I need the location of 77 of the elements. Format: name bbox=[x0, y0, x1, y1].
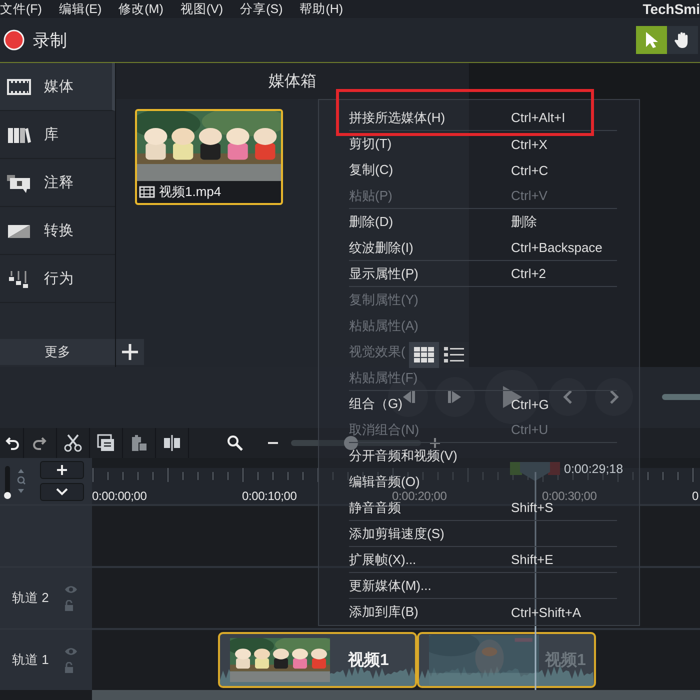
film-icon bbox=[139, 186, 155, 198]
grid-view-icon bbox=[414, 347, 434, 363]
menu-item[interactable]: 更新媒体(M)... bbox=[349, 577, 432, 594]
menu-item[interactable]: 显示属性(P) Ctrl+2 bbox=[349, 265, 546, 282]
menu-item[interactable]: 删除(D) 删除 bbox=[349, 214, 537, 230]
add-button[interactable] bbox=[116, 338, 144, 365]
time-label: 0:00:30;00 bbox=[542, 489, 597, 503]
time-label: 0 bbox=[692, 489, 698, 503]
scissors-icon bbox=[64, 434, 82, 452]
split-icon bbox=[163, 435, 181, 451]
menu-item[interactable]: 分开音频和视频(V) bbox=[349, 448, 458, 464]
list-view-icon bbox=[444, 347, 464, 363]
menu-item[interactable]: 添加剪辑速度(S) bbox=[349, 525, 444, 542]
time-label: 0:00:00;00 bbox=[92, 489, 147, 503]
zoom-in-button[interactable] bbox=[429, 437, 441, 449]
search-button[interactable] bbox=[227, 435, 243, 451]
panel-title: 媒体箱 bbox=[268, 72, 316, 92]
more-button[interactable]: 更多 bbox=[0, 338, 115, 365]
clip-label: 视频1 bbox=[348, 650, 389, 670]
record-icon bbox=[3, 29, 25, 51]
sidebar-item[interactable]: 注释 bbox=[0, 159, 115, 207]
add-track-button[interactable] bbox=[40, 461, 84, 479]
plus-icon bbox=[121, 342, 139, 361]
hand-tool-button[interactable] bbox=[667, 26, 698, 54]
menu-item[interactable]: 分享(S) bbox=[240, 0, 283, 18]
time-label: 0:00:20;00 bbox=[392, 489, 447, 503]
chevron-right-icon bbox=[608, 389, 620, 406]
chevron-down-icon bbox=[56, 488, 68, 496]
menu-item[interactable]: 编辑(E) bbox=[58, 0, 102, 18]
menu-item[interactable]: 帮助(H) bbox=[300, 0, 344, 18]
menu-item[interactable]: 文件(F) bbox=[0, 0, 42, 18]
slider-thumb[interactable] bbox=[344, 436, 358, 450]
volume-slider[interactable] bbox=[5, 466, 10, 496]
sidebar-item[interactable]: 库 bbox=[0, 111, 115, 159]
next-marker-button[interactable] bbox=[595, 378, 633, 416]
chevron-left-icon bbox=[562, 389, 574, 406]
menu-item[interactable]: 复制(C) Ctrl+C bbox=[349, 162, 548, 178]
sidebar-item[interactable]: 转换 bbox=[0, 207, 115, 255]
next-frame-button[interactable] bbox=[435, 377, 475, 418]
media-file-name: 视频1.mp4 bbox=[159, 183, 222, 201]
sidebar-item[interactable]: 行为 bbox=[0, 255, 115, 303]
menu-item[interactable]: 纹波删除(I) Ctrl+Backspace bbox=[349, 239, 602, 256]
brand-name: TechSmi bbox=[642, 1, 700, 17]
menu-item[interactable]: 修改(M) bbox=[118, 0, 164, 18]
scrub-slider[interactable] bbox=[662, 394, 700, 400]
time-label: 0:00:10;00 bbox=[242, 489, 297, 503]
playhead-time: 0:00:29;18 bbox=[564, 462, 624, 476]
track-name: 轨道 1 bbox=[12, 651, 50, 669]
menu-item[interactable]: 编辑音频(O) bbox=[349, 474, 420, 490]
slider-thumb[interactable] bbox=[4, 492, 11, 499]
horizontal-scrollbar[interactable] bbox=[92, 690, 700, 700]
previous-marker-button[interactable] bbox=[549, 378, 587, 416]
clipboard-icon bbox=[130, 434, 148, 452]
zoom-arrows-icon bbox=[16, 468, 26, 494]
menu-item[interactable]: 添加到库(B) Ctrl+Shift+A bbox=[349, 604, 582, 620]
film-icon bbox=[6, 76, 32, 96]
media-thumbnail[interactable]: 视频1.mp4 bbox=[135, 109, 283, 205]
speech-bubble-icon bbox=[6, 172, 32, 192]
menu-item[interactable]: 扩展帧(X)... Shift+E bbox=[349, 551, 554, 568]
pointer-icon bbox=[644, 31, 660, 49]
menu-item[interactable]: 剪切(T) Ctrl+X bbox=[349, 136, 548, 152]
redo-icon bbox=[33, 436, 47, 450]
sidebar-item[interactable]: 媒体 bbox=[0, 63, 115, 111]
undo-icon bbox=[4, 436, 18, 450]
record-button[interactable]: 录制 bbox=[3, 28, 67, 52]
video-clip[interactable]: 视频1 bbox=[218, 632, 417, 688]
collapse-button[interactable] bbox=[40, 483, 84, 501]
plus-icon bbox=[429, 437, 441, 449]
copy-icon bbox=[97, 434, 115, 452]
menu-item[interactable]: 拼接所选媒体(H) Ctrl+Alt+I bbox=[349, 109, 566, 126]
menu-item[interactable]: 组合（G) Ctrl+G bbox=[349, 396, 549, 412]
menu-item[interactable]: 视图(V) bbox=[180, 0, 224, 18]
track-name: 轨道 2 bbox=[12, 589, 50, 607]
plus-icon bbox=[56, 464, 68, 476]
search-icon bbox=[227, 435, 243, 451]
step-forward-icon bbox=[447, 389, 463, 406]
grid-view-button[interactable] bbox=[409, 342, 439, 368]
